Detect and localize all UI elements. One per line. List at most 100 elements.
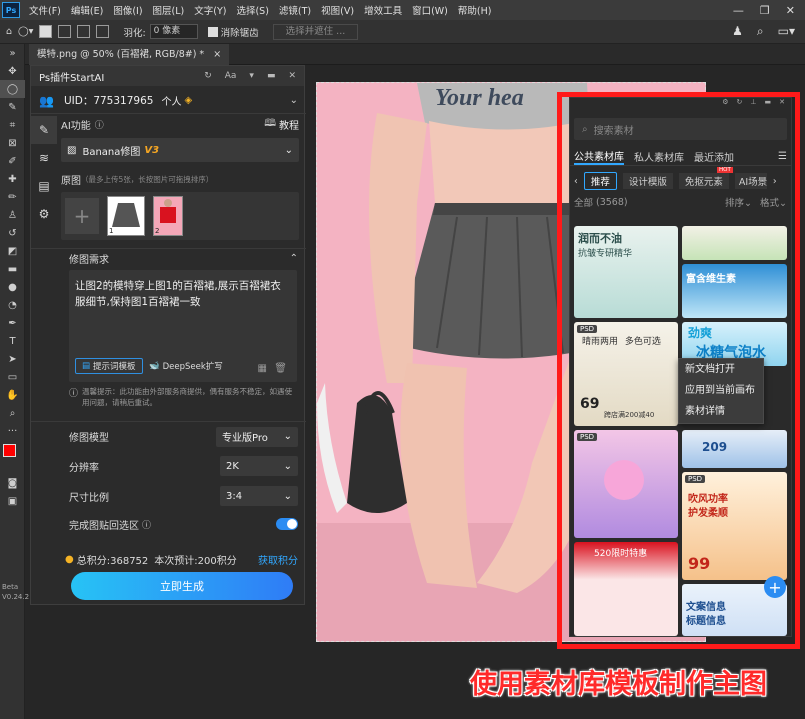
generate-button[interactable]: 立即生成 [71,572,293,600]
move-tool-icon[interactable]: ✥ [0,62,25,80]
generate-label: 立即生成 [160,580,204,593]
coin-icon: ● [65,553,74,565]
foreground-color[interactable] [3,444,16,457]
prompt-text[interactable]: 让图2的模特穿上图1的百褶裙,展示百褶裙衣服细节,保持图1百褶裙一致 [69,270,297,318]
workspace-icon[interactable]: ▭▾ [778,24,795,39]
menu-window[interactable]: 窗口(W) [407,3,453,17]
reference-thumb-1[interactable]: 1 [107,196,145,236]
pin-icon[interactable]: ▾ [249,71,254,81]
share-icon[interactable]: ♟ [732,24,743,39]
menu-edit[interactable]: 编辑(E) [66,3,108,17]
shape-tool-icon[interactable]: ▭ [0,368,25,386]
crop-tool-icon[interactable]: ⌗ [0,116,25,134]
chevron-down-icon: ⌄ [283,490,292,502]
shirt-text: Your hea [435,85,524,111]
ai-model-select[interactable]: ▨ Banana修图 V3 ⌄ [61,138,299,162]
font-icon[interactable]: Aa [225,71,237,81]
type-tool-icon[interactable]: T [0,332,25,350]
stamp-tool-icon[interactable]: ♙ [0,206,25,224]
panel-minimize-icon[interactable]: ▬ [267,71,276,81]
chevron-down-icon: ⌄ [283,460,292,472]
get-points-link[interactable]: 获取积分 [258,552,298,567]
expand-icon[interactable]: » [0,44,25,62]
hand-tool-icon[interactable]: ✋ [0,386,25,404]
healing-brush-icon[interactable]: ✚ [0,170,25,188]
eraser-icon[interactable]: ◩ [0,242,25,260]
menu-image[interactable]: 图像(I) [108,3,147,17]
paste-back-toggle[interactable] [276,518,298,530]
reference-thumb-2[interactable]: 2 [153,196,183,236]
add-image-button[interactable]: + [65,198,99,234]
color-swatches[interactable] [0,440,24,474]
maximize-icon[interactable]: ❐ [760,4,770,17]
eyedropper-icon[interactable]: ✐ [0,152,25,170]
intersect-selection-icon[interactable] [96,25,110,38]
quick-mask-icon[interactable]: ◙ [0,474,25,492]
history-brush-icon[interactable]: ↺ [0,224,25,242]
account-badge-icon: ◈ [184,95,193,106]
antialias-checkbox[interactable] [207,26,218,37]
notice-text: 温馨提示：此功能由外部服务商提供，偶有服务不稳定，如遇使用问题，请稍后重试。 [82,387,293,407]
gradient-icon[interactable]: ▬ [0,260,25,278]
trash-icon[interactable]: 🗑 [274,363,287,374]
lasso-tool-icon[interactable]: ◯ [0,80,25,98]
deepseek-icon: 🐋 [149,361,160,371]
feather-input[interactable]: 0 像素 [149,24,198,39]
info-icon[interactable]: ⓘ [95,118,104,131]
home-icon[interactable]: ⌂ [6,26,12,37]
menu-view[interactable]: 视图(V) [316,3,359,17]
frame-tool-icon[interactable]: ⊠ [0,134,25,152]
resolution-dropdown[interactable]: 2K ⌄ [220,456,298,476]
menu-plugins[interactable]: 增效工具 [359,3,407,17]
settings-icon[interactable]: ⚙ [31,200,57,228]
chevron-up-icon[interactable]: ⌃ [290,253,298,264]
menu-type[interactable]: 文字(Y) [189,3,231,17]
menu-file[interactable]: 文件(F) [24,3,66,17]
edit-icon[interactable]: ✎ [31,116,57,144]
new-selection-icon[interactable] [39,25,53,38]
prompt-template-button[interactable]: ▤ 提示词模板 [75,358,143,374]
panel-close-icon[interactable]: ✕ [288,71,296,81]
ratio-dropdown[interactable]: 3:4 ⌄ [220,486,298,506]
lasso-tool-icon[interactable]: ◯▾ [18,26,33,37]
close-icon[interactable]: ✕ [786,4,795,17]
prompt-box[interactable]: 让图2的模特穿上图1的百褶裙,展示百褶裙衣服细节,保持图1百褶裙一致 ▤ 提示词… [69,270,297,382]
plugin-version: Beta V0.24.2 [2,582,29,602]
minimize-icon[interactable]: — [733,4,744,17]
model-dropdown[interactable]: 专业版Pro ⌄ [216,426,298,447]
layers-icon[interactable]: ≋ [31,144,57,172]
menu-bar: Ps 文件(F) 编辑(E) 图像(I) 图层(L) 文字(Y) 选择(S) 滤… [0,0,805,20]
dodge-icon[interactable]: ◔ [0,296,25,314]
blur-icon[interactable]: ● [0,278,25,296]
brush-tool-icon[interactable]: ✏ [0,188,25,206]
screen-mode-icon[interactable]: ▣ [0,492,25,510]
path-select-icon[interactable]: ➤ [0,350,25,368]
search-icon[interactable]: ⌕ [757,24,764,39]
photoshop-logo: Ps [2,2,20,18]
book-icon[interactable]: 🕮 [264,116,276,133]
account-type[interactable]: 个人 [161,93,181,108]
tutorial-link[interactable]: 教程 [279,117,299,132]
subtract-selection-icon[interactable] [77,25,91,38]
more-tools-icon[interactable]: ··· [0,422,25,440]
zoom-tool-icon[interactable]: ⌕ [0,404,25,422]
menu-layer[interactable]: 图层(L) [148,3,190,17]
model-row: 修图模型 专业版Pro ⌄ [31,421,306,451]
pen-tool-icon[interactable]: ✒ [0,314,25,332]
history-icon[interactable]: ▦ [258,363,267,374]
menu-filter[interactable]: 滤镜(T) [274,3,316,17]
deepseek-button[interactable]: 🐋 DeepSeek扩写 [149,358,223,374]
request-header[interactable]: 修图需求 ⌃ [31,248,306,268]
document-icon[interactable]: ▤ [31,172,57,200]
quick-select-icon[interactable]: ✎ [0,98,25,116]
document-tab[interactable]: 模特.png @ 50% (百褶裙, RGB/8#) * × [29,44,230,65]
menu-help[interactable]: 帮助(H) [453,3,497,17]
refresh-icon[interactable]: ↻ [204,71,212,81]
select-and-mask-button[interactable]: 选择并遮住 ... [272,23,359,40]
user-dropdown-icon[interactable]: ⌄ [290,95,298,106]
menu-select[interactable]: 选择(S) [231,3,273,17]
info-icon[interactable]: ⓘ [142,518,151,531]
version-number: V0.24.2 [2,593,30,601]
tab-close-icon[interactable]: × [213,49,221,60]
add-selection-icon[interactable] [58,25,72,38]
